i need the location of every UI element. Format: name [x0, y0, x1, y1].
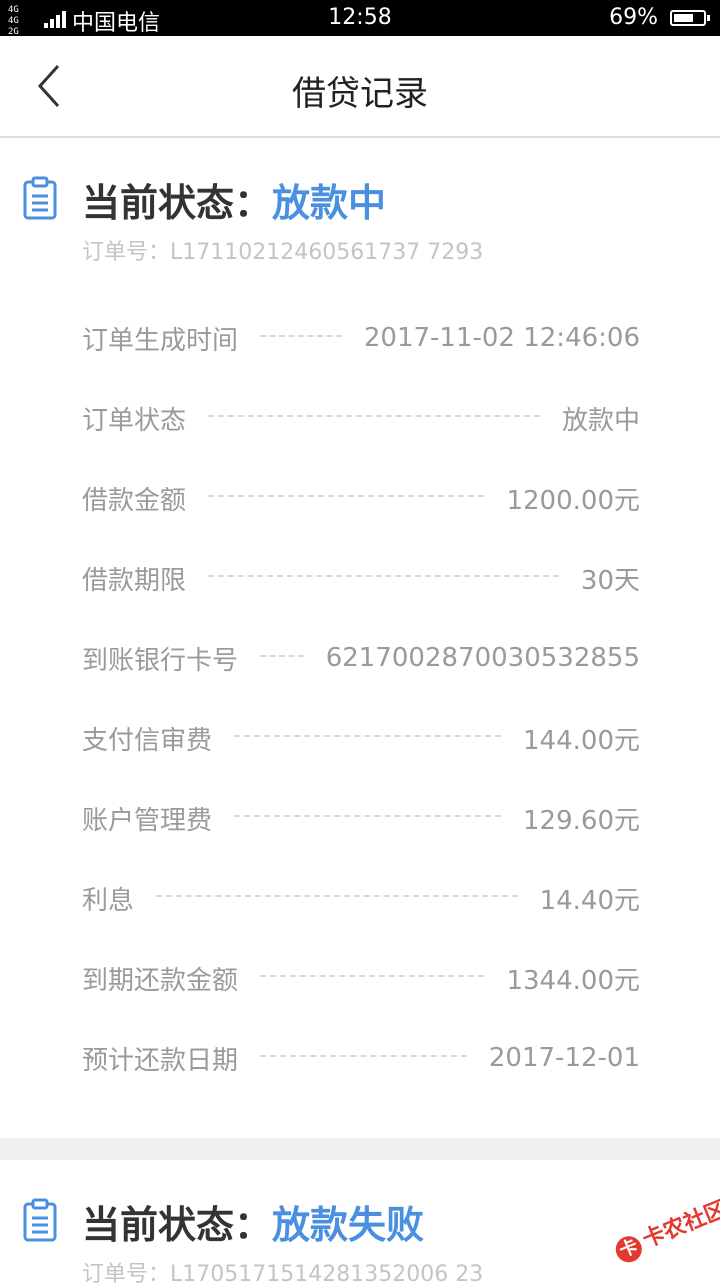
dotted-leader [234, 735, 502, 737]
detail-value: 30天 [580, 565, 640, 596]
dotted-leader [260, 1055, 467, 1057]
detail-value: 129.60元 [523, 805, 640, 836]
battery-percent: 69% [609, 5, 658, 30]
detail-value: 2017-12-01 [488, 1043, 640, 1073]
detail-label: 借款期限 [82, 565, 187, 596]
detail-row: 借款金额 1200.00元 [82, 458, 640, 538]
dotted-leader [234, 815, 502, 817]
detail-value: 1200.00元 [506, 485, 640, 516]
detail-label: 订单状态 [82, 405, 187, 436]
status-bar: 4G 4G 2G 中国电信 12:58 69% [0, 0, 720, 37]
detail-row: 订单生成时间 2017-11-02 12:46:06 [82, 298, 640, 378]
clipboard-icon [23, 1198, 57, 1242]
detail-row: 支付信审费 144.00元 [82, 698, 640, 778]
detail-label: 订单生成时间 [82, 325, 239, 356]
navigation-bar: 借贷记录 [0, 36, 720, 138]
detail-value: 1344.00元 [506, 965, 640, 996]
detail-value: 6217002870030532855 [325, 643, 640, 673]
order-status-value: 放款中 [272, 181, 387, 225]
order-card: 当前状态：放款中 订单号：L17110212460561737 7293 订单生… [0, 138, 720, 1138]
dotted-leader [208, 575, 559, 577]
detail-value: 144.00元 [523, 725, 640, 756]
detail-row: 利息 14.40元 [82, 858, 640, 938]
dotted-leader [208, 495, 485, 497]
dotted-leader [208, 415, 540, 417]
detail-value: 14.40元 [539, 885, 640, 916]
detail-value: 放款中 [561, 405, 640, 436]
order-status-label: 当前状态： [82, 1203, 273, 1247]
order-status: 当前状态：放款中 [82, 172, 386, 227]
battery-icon [670, 10, 710, 26]
detail-label: 到账银行卡号 [82, 645, 239, 676]
detail-label: 账户管理费 [82, 805, 213, 836]
dotted-leader [260, 975, 485, 977]
order-details-list: 订单生成时间 2017-11-02 12:46:06 订单状态 放款中 借款金额 12… [82, 298, 640, 1098]
clipboard-icon [23, 176, 57, 220]
detail-label: 到期还款金额 [82, 965, 239, 996]
detail-value: 2017-11-02 12:46:06 [363, 323, 640, 353]
page-title: 借贷记录 [292, 74, 428, 114]
order-status-label: 当前状态： [82, 181, 273, 225]
detail-row: 预计还款日期 2017-12-01 [82, 1018, 640, 1098]
detail-label: 利息 [82, 885, 135, 916]
order-status-row: 当前状态：放款中 [0, 172, 720, 228]
order-status: 当前状态：放款失败 [82, 1194, 424, 1249]
detail-label: 预计还款日期 [82, 1045, 239, 1076]
order-number: 订单号：L1705171514281352006 23 [82, 1262, 484, 1287]
dotted-leader [260, 655, 304, 657]
detail-row: 到账银行卡号 6217002870030532855 [82, 618, 640, 698]
detail-row: 账户管理费 129.60元 [82, 778, 640, 858]
dotted-leader [260, 335, 342, 337]
card-separator [0, 1138, 720, 1160]
detail-label: 借款金额 [82, 485, 187, 516]
detail-row: 订单状态 放款中 [82, 378, 640, 458]
detail-row: 到期还款金额 1344.00元 [82, 938, 640, 1018]
order-card: 当前状态：放款失败 订单号：L1705171514281352006 23 卡卡… [0, 1160, 720, 1287]
order-number: 订单号：L17110212460561737 7293 [82, 240, 484, 265]
order-status-value: 放款失败 [272, 1203, 425, 1247]
detail-row: 借款期限 30天 [82, 538, 640, 618]
detail-label: 支付信审费 [82, 725, 213, 756]
dotted-leader [156, 895, 518, 897]
